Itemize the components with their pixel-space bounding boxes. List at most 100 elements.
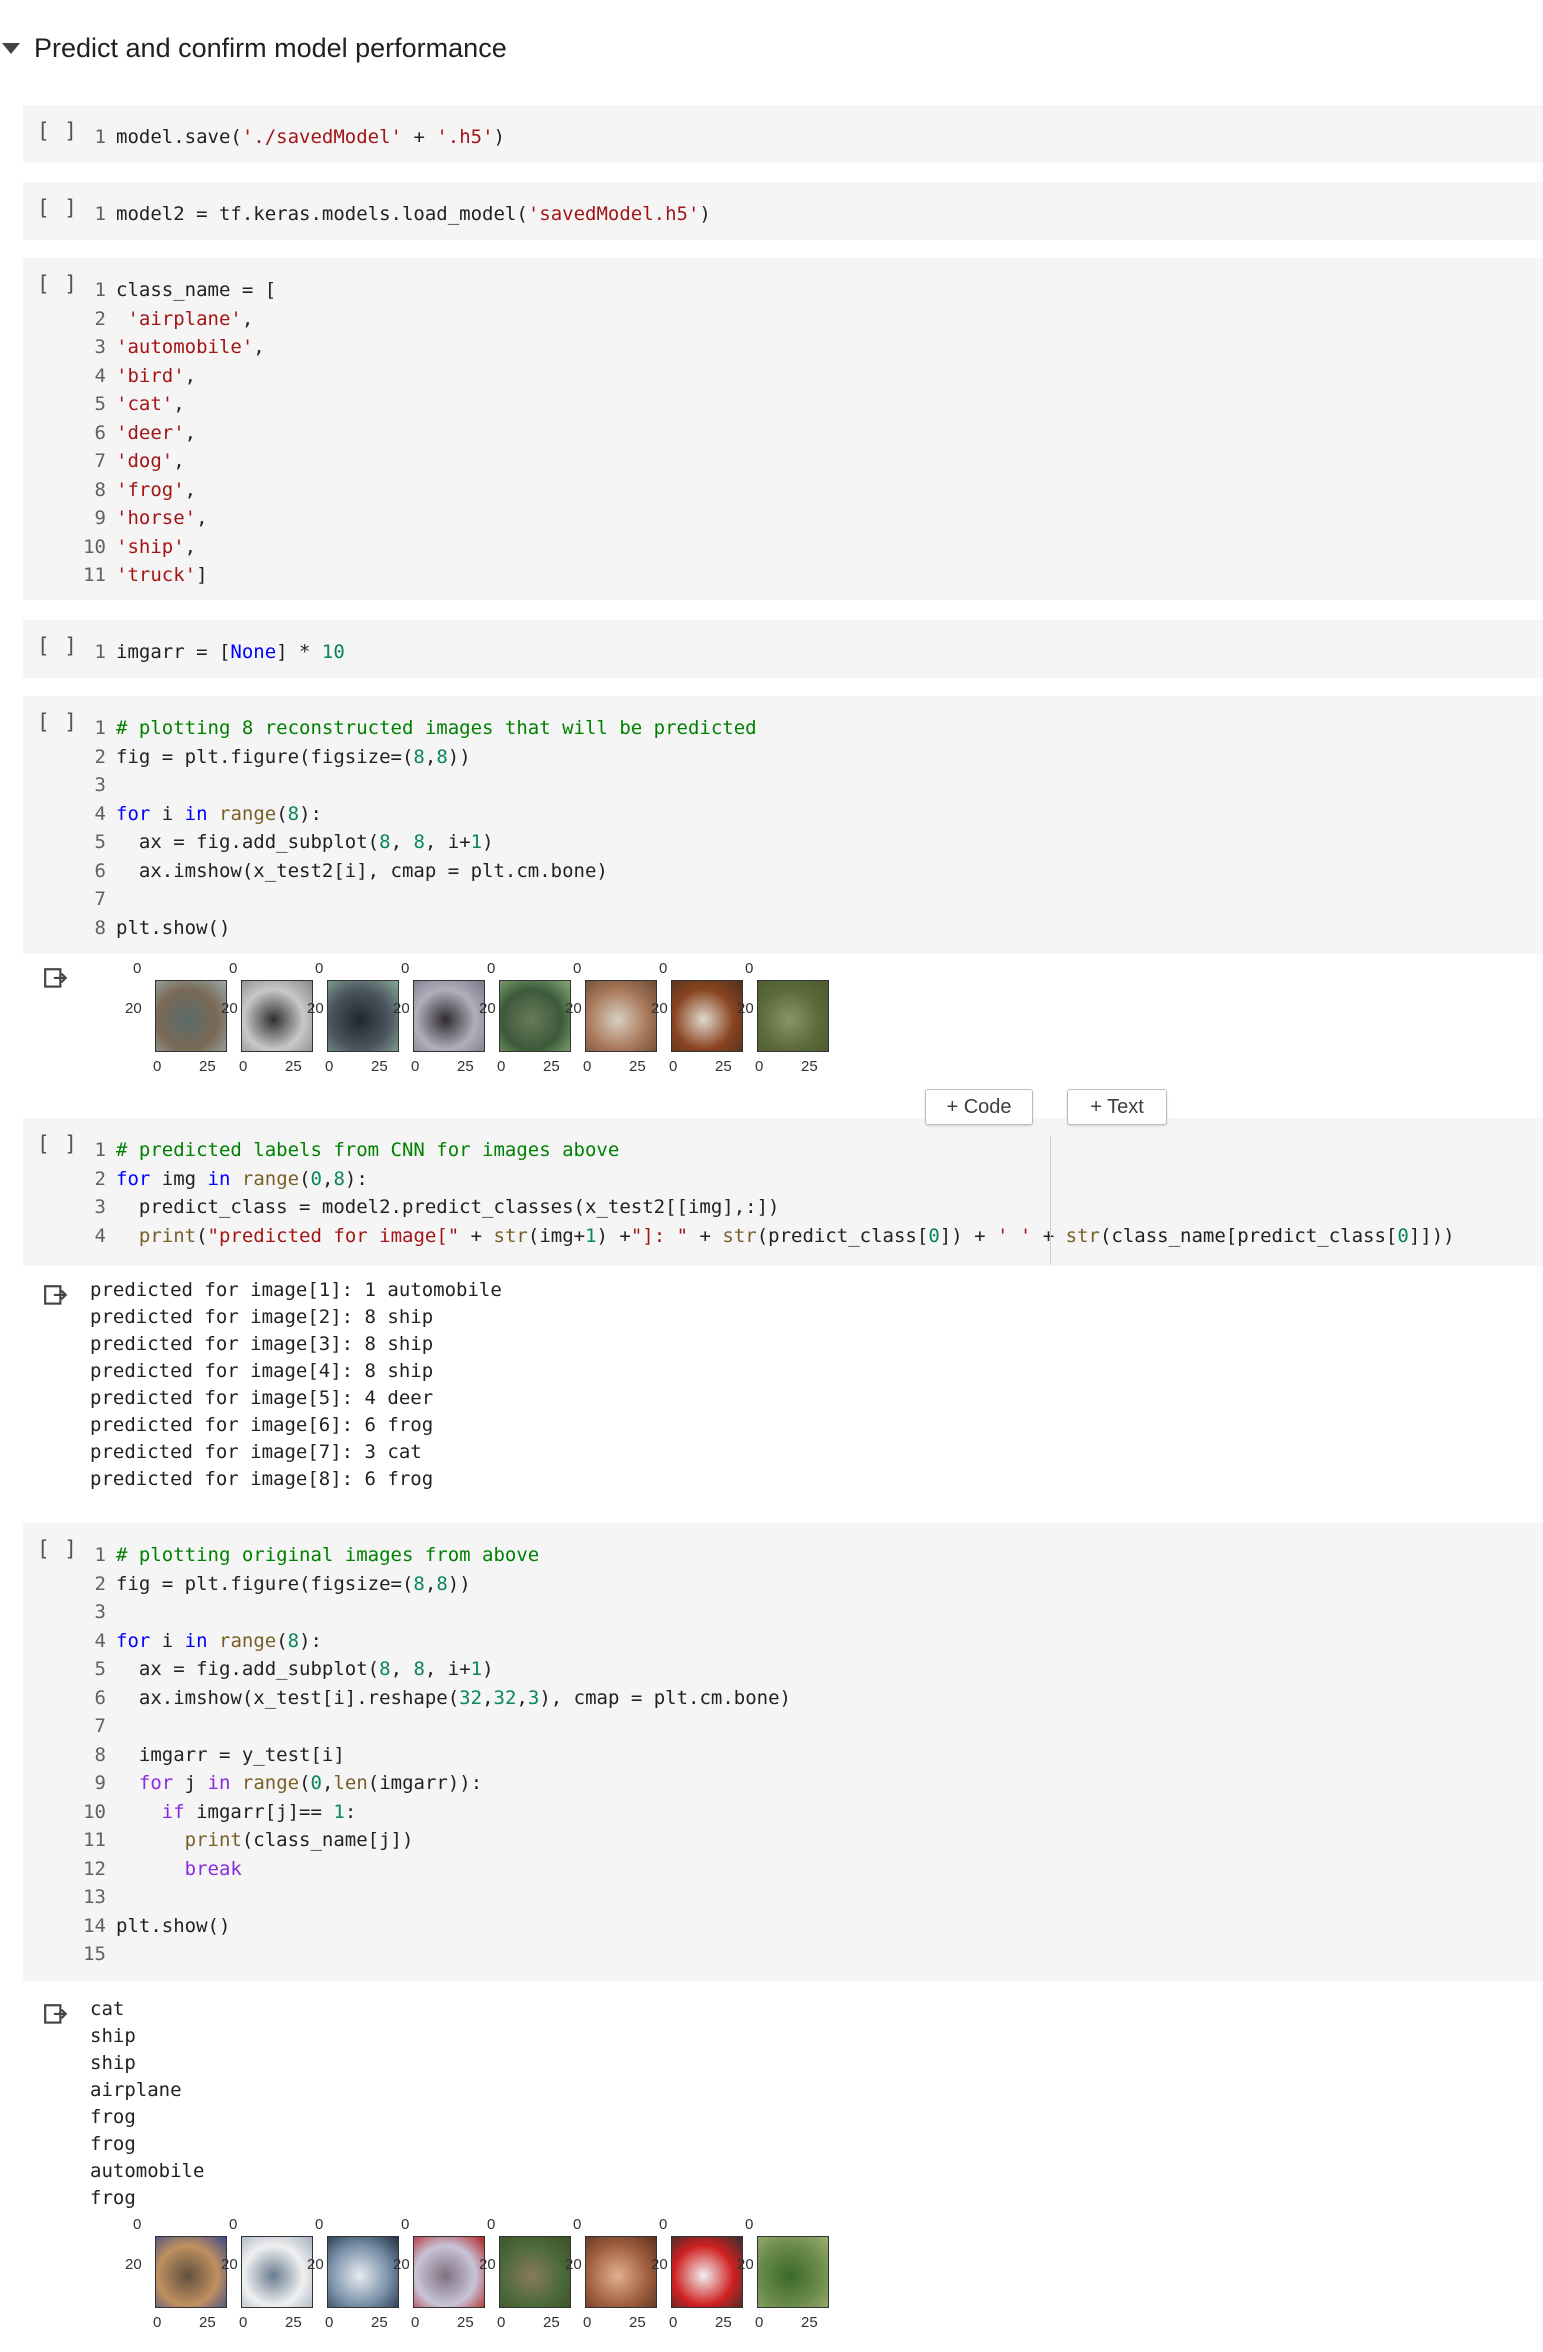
code-token: "predicted for image[" <box>207 1224 460 1247</box>
output-reconstructed-plot: 0 25 0 25 0 20 0 25 0 20 0 25 0 20 0 25 0 20 0 25 0 20 0 25 0 20 0… <box>23 960 1543 1095</box>
x-tick-label: 25 <box>285 1058 302 1075</box>
add-text-button[interactable]: + Text <box>1067 1089 1167 1125</box>
code-token: predict_class = model2.predict_classes(x… <box>116 1196 780 1218</box>
output-line: predicted for image[6]: 6 frog <box>90 1414 434 1436</box>
code-token: 'savedModel.h5' <box>527 203 700 225</box>
code-token: ) <box>482 831 494 853</box>
code-token: range <box>241 1167 300 1190</box>
line-number: 6 <box>94 421 106 444</box>
code-token: for <box>116 1629 151 1652</box>
code-token: + <box>402 126 437 148</box>
code-line: 1 # predicted labels from CNN for images … <box>23 1136 1455 1165</box>
output-predictions: predicted for image[1]: 1 automobile pred… <box>23 1277 1543 1507</box>
line-number: 7 <box>94 450 106 472</box>
code-token: ( <box>276 802 288 825</box>
code-token: 8 <box>413 1572 425 1595</box>
code-token: model.save( <box>116 126 242 148</box>
code-line: 4 'bird', <box>23 362 276 391</box>
code-lines[interactable]: 1 # plotting 8 reconstructed images that … <box>23 714 757 942</box>
code-cell[interactable]: [ ] 1 model.save('./savedModel' + '.h5') <box>23 105 1543 163</box>
code-token: 'horse' <box>116 507 197 529</box>
code-line: 15 <box>23 1940 791 1969</box>
y-tick-label: 20 <box>565 2256 582 2273</box>
image-thumbnail <box>585 2236 657 2308</box>
code-cell[interactable]: [ ] 1 model2 = tf.keras.models.load_model(… <box>23 182 1543 240</box>
code-lines[interactable]: 1 imgarr = [None] * 10 <box>23 638 345 667</box>
code-lines[interactable]: 1 # predicted labels from CNN for images … <box>23 1136 1455 1250</box>
output-line: predicted for image[5]: 4 deer <box>90 1387 434 1409</box>
code-token: break <box>184 1857 242 1880</box>
collapse-caret-icon[interactable] <box>2 42 20 54</box>
output-toggle-icon[interactable] <box>43 2002 69 2028</box>
image-thumbnail <box>499 980 571 1052</box>
code-token: 8 <box>379 831 391 853</box>
code-line: 14 plt.show() <box>23 1912 791 1941</box>
code-line: 7 <box>23 885 757 914</box>
code-cell[interactable]: [ ] 1 class_name = [2 'airplane', 3'automob… <box>23 258 1543 600</box>
code-line: 8 plt.show() <box>23 914 757 943</box>
code-cell[interactable]: [ ] 1 # plotting 8 reconstructed images th… <box>23 696 1543 954</box>
code-token: ax = fig.add_subplot( <box>116 831 380 853</box>
section-header[interactable]: Predict and confirm model performance <box>0 18 507 78</box>
y-tick-label: 0 <box>573 2216 582 2233</box>
code-line: 1 model.save('./savedModel' + '.h5') <box>23 123 505 152</box>
code-token: , <box>184 421 197 444</box>
code-lines[interactable]: 1 # plotting original images from above 2 f… <box>23 1541 791 1969</box>
output-line: cat <box>90 1998 125 2020</box>
code-token: (predict_class[ <box>756 1224 929 1247</box>
code-token: print <box>138 1224 197 1247</box>
code-token: './savedModel' <box>241 126 402 148</box>
section-title: Predict and confirm model performance <box>34 32 507 63</box>
y-tick-label: 20 <box>479 2256 496 2273</box>
x-tick-label: 0 <box>669 2314 678 2331</box>
code-lines[interactable]: 1 model.save('./savedModel' + '.h5') <box>23 123 505 152</box>
line-number: 10 <box>83 1800 106 1823</box>
output-toggle-icon[interactable] <box>43 966 69 992</box>
code-token: , <box>241 307 254 330</box>
y-tick-label: 0 <box>315 2216 324 2233</box>
code-lines[interactable]: 1 model2 = tf.keras.models.load_model('sa… <box>23 200 711 229</box>
code-cell[interactable]: [ ] 1 # predicted labels from CNN for imag… <box>23 1118 1543 1266</box>
output-toggle-icon[interactable] <box>43 1283 69 1309</box>
code-line: 1 # plotting original images from above <box>23 1541 791 1570</box>
output-line: predicted for image[1]: 1 automobile <box>90 1279 502 1301</box>
output-line: predicted for image[4]: 8 ship <box>90 1360 434 1382</box>
output-line: frog <box>90 2187 136 2209</box>
image-thumbnail <box>671 2236 743 2308</box>
code-token: ): <box>299 802 322 825</box>
code-line: 10 if imgarr[j]== 1: <box>23 1798 791 1827</box>
code-cell[interactable]: [ ] 1 imgarr = [None] * 10 <box>23 620 1543 678</box>
add-code-button[interactable]: + Code <box>925 1089 1033 1125</box>
y-tick-label: 0 <box>487 2216 496 2233</box>
code-line: 7 <box>23 1712 791 1741</box>
line-number: 1 <box>94 717 106 739</box>
code-line: 3 'automobile', <box>23 333 276 362</box>
code-token: # plotting original images from above <box>116 1544 540 1566</box>
code-cell[interactable]: [ ] 1 # plotting original images from abov… <box>23 1523 1543 1981</box>
line-number: 7 <box>94 1715 106 1737</box>
code-token: 8 <box>413 831 425 853</box>
code-line: 1 # plotting 8 reconstructed images that … <box>23 714 757 743</box>
line-number: 5 <box>94 393 106 415</box>
plot-original-images: 0 25 0 25 0 20 0 25 0 20 0 25 0 20 0 25 0 20 0 25 0 20 0 25 0 20 0… <box>91 2216 851 2346</box>
y-tick-label: 20 <box>393 2256 410 2273</box>
code-token: 8 <box>413 1658 425 1680</box>
code-token: + <box>688 1224 723 1247</box>
code-token: : <box>344 1800 357 1823</box>
y-tick-label: 20 <box>479 1000 496 1017</box>
image-thumbnail <box>413 980 485 1052</box>
code-token: , <box>173 450 185 472</box>
code-token: plt.show() <box>116 916 231 939</box>
code-line: 12 break <box>23 1855 791 1884</box>
code-line: 3 <box>23 1598 791 1627</box>
x-tick-label: 25 <box>715 1058 732 1075</box>
image-thumbnail <box>757 2236 829 2308</box>
code-token: i <box>150 1629 185 1652</box>
line-number: 1 <box>94 279 106 301</box>
x-tick-label: 25 <box>801 2314 818 2331</box>
x-tick-label: 25 <box>543 2314 560 2331</box>
code-lines[interactable]: 1 class_name = [2 'airplane', 3'automobile… <box>23 276 276 590</box>
y-tick-label: 0 <box>487 960 496 977</box>
